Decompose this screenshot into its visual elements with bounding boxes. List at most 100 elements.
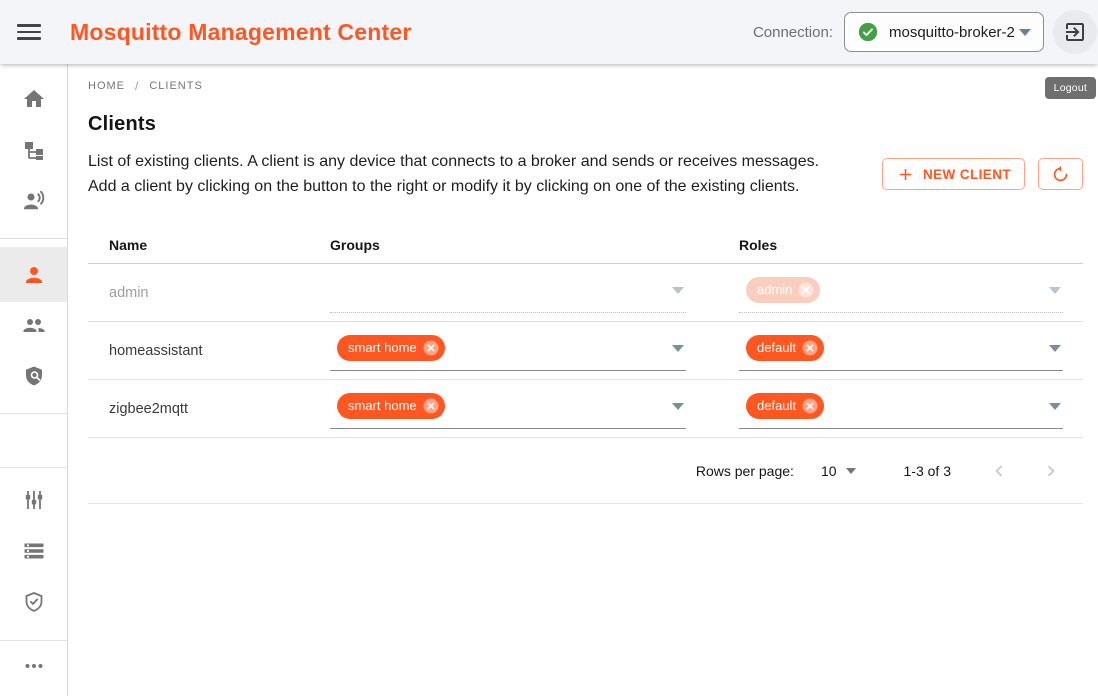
menu-icon[interactable]	[17, 20, 41, 44]
clients-table: Name Groups Roles admin admin	[88, 226, 1083, 504]
group-chip[interactable]: smart home	[337, 335, 445, 361]
shield-search-icon	[22, 364, 46, 388]
next-page-button[interactable]	[1039, 459, 1063, 483]
refresh-button[interactable]	[1038, 158, 1083, 190]
sliders-icon	[22, 488, 46, 512]
new-client-label: NEW CLIENT	[923, 167, 1011, 182]
chip-label: default	[757, 398, 796, 413]
person-icon	[22, 263, 46, 287]
sidebar-item-home[interactable]	[0, 74, 67, 124]
client-name: homeassistant	[88, 343, 330, 359]
topology-icon	[22, 138, 46, 162]
shield-check-icon	[22, 590, 46, 614]
chevron-down-icon	[1019, 29, 1031, 36]
chip-label: default	[757, 340, 796, 355]
table-row-admin[interactable]: admin admin	[88, 264, 1083, 322]
group-chip[interactable]: smart home	[337, 393, 445, 419]
table-row-homeassistant[interactable]: homeassistant smart home def	[88, 322, 1083, 380]
column-header-groups: Groups	[330, 237, 739, 253]
main-content: HOME / CLIENTS Clients List of existing …	[68, 64, 1098, 696]
sidebar-item-roles[interactable]	[0, 351, 67, 401]
person-speaking-icon	[22, 189, 46, 213]
roles-cell: admin	[739, 273, 1083, 313]
groups-select[interactable]: smart home	[330, 389, 686, 429]
breadcrumb: HOME / CLIENTS	[88, 79, 1083, 93]
page-description: List of existing clients. A client is an…	[88, 149, 833, 199]
sidebar-item-groups[interactable]	[0, 300, 67, 350]
role-chip[interactable]: default	[746, 393, 824, 419]
groups-select[interactable]	[330, 273, 686, 313]
chevron-down-icon	[1049, 403, 1061, 410]
appbar-right: Connection: mosquitto-broker-2	[753, 10, 1098, 54]
roles-select[interactable]: admin	[739, 273, 1063, 313]
chevron-down-icon	[672, 403, 684, 410]
sidebar-item-clients[interactable]	[0, 247, 67, 302]
chevron-down-icon	[846, 468, 856, 474]
connection-value: mosquitto-broker-2	[889, 24, 1015, 41]
client-name: zigbee2mqtt	[88, 401, 330, 417]
column-header-name: Name	[88, 237, 330, 253]
sidebar-item-settings[interactable]	[0, 475, 67, 525]
rows-per-page-value: 10	[821, 463, 837, 479]
logout-button[interactable]	[1053, 10, 1097, 54]
home-icon	[22, 87, 46, 111]
refresh-icon	[1051, 165, 1070, 184]
groups-cell: smart home	[330, 331, 739, 371]
appbar: Mosquitto Management Center Connection: …	[0, 0, 1098, 64]
storage-list-icon	[22, 539, 46, 563]
role-chip[interactable]: admin	[746, 277, 820, 303]
intro-row: List of existing clients. A client is an…	[88, 149, 1083, 199]
roles-select[interactable]: default	[739, 389, 1063, 429]
people-icon	[22, 313, 46, 337]
breadcrumb-clients: CLIENTS	[149, 80, 202, 92]
sidebar	[0, 64, 68, 696]
connection-select[interactable]: mosquitto-broker-2	[844, 12, 1044, 52]
roles-cell: default	[739, 331, 1083, 371]
column-header-roles: Roles	[739, 237, 1083, 253]
connection-label: Connection:	[753, 24, 833, 41]
cancel-icon[interactable]	[422, 397, 440, 415]
sidebar-item-security[interactable]	[0, 577, 67, 627]
sidebar-item-topology[interactable]	[0, 125, 67, 175]
table-header: Name Groups Roles	[88, 226, 1083, 264]
divider	[0, 640, 67, 641]
exit-to-app-icon	[1063, 20, 1087, 44]
cancel-icon[interactable]	[797, 281, 815, 299]
page-range-label: 1-3 of 3	[904, 463, 951, 479]
chip-label: smart home	[348, 398, 417, 413]
table-row-zigbee2mqtt[interactable]: zigbee2mqtt smart home defau	[88, 380, 1083, 438]
divider	[0, 467, 67, 468]
cancel-icon[interactable]	[801, 397, 819, 415]
breadcrumb-home[interactable]: HOME	[88, 80, 125, 92]
chip-label: admin	[757, 282, 792, 297]
roles-cell: default	[739, 389, 1083, 429]
breadcrumb-separator: /	[135, 79, 139, 93]
role-chip[interactable]: default	[746, 335, 824, 361]
sidebar-item-broadcast[interactable]	[0, 176, 67, 226]
ellipsis-icon	[22, 654, 46, 678]
app-title: Mosquitto Management Center	[70, 19, 411, 46]
new-client-button[interactable]: NEW CLIENT	[882, 158, 1025, 190]
groups-select[interactable]: smart home	[330, 331, 686, 371]
toolbar: NEW CLIENT	[882, 158, 1083, 199]
pagination: Rows per page: 10 1-3 of 3	[88, 438, 1083, 504]
rows-per-page-label: Rows per page:	[696, 463, 794, 479]
cancel-icon[interactable]	[801, 339, 819, 357]
plus-icon	[896, 165, 915, 184]
chevron-down-icon	[672, 287, 684, 294]
previous-page-button[interactable]	[987, 459, 1011, 483]
client-name: admin	[88, 285, 330, 301]
cancel-icon[interactable]	[422, 339, 440, 357]
roles-select[interactable]: default	[739, 331, 1063, 371]
sidebar-item-more[interactable]	[0, 641, 67, 691]
logout-tooltip: Logout	[1045, 77, 1096, 99]
chevron-down-icon	[672, 345, 684, 352]
check-circle-icon	[858, 22, 878, 42]
chevron-down-icon	[1049, 345, 1061, 352]
sidebar-item-streams[interactable]	[0, 526, 67, 576]
rows-per-page-select[interactable]: 10	[821, 463, 856, 479]
divider	[0, 238, 67, 239]
groups-cell	[330, 273, 739, 313]
groups-cell: smart home	[330, 389, 739, 429]
chevron-down-icon	[1049, 287, 1061, 294]
